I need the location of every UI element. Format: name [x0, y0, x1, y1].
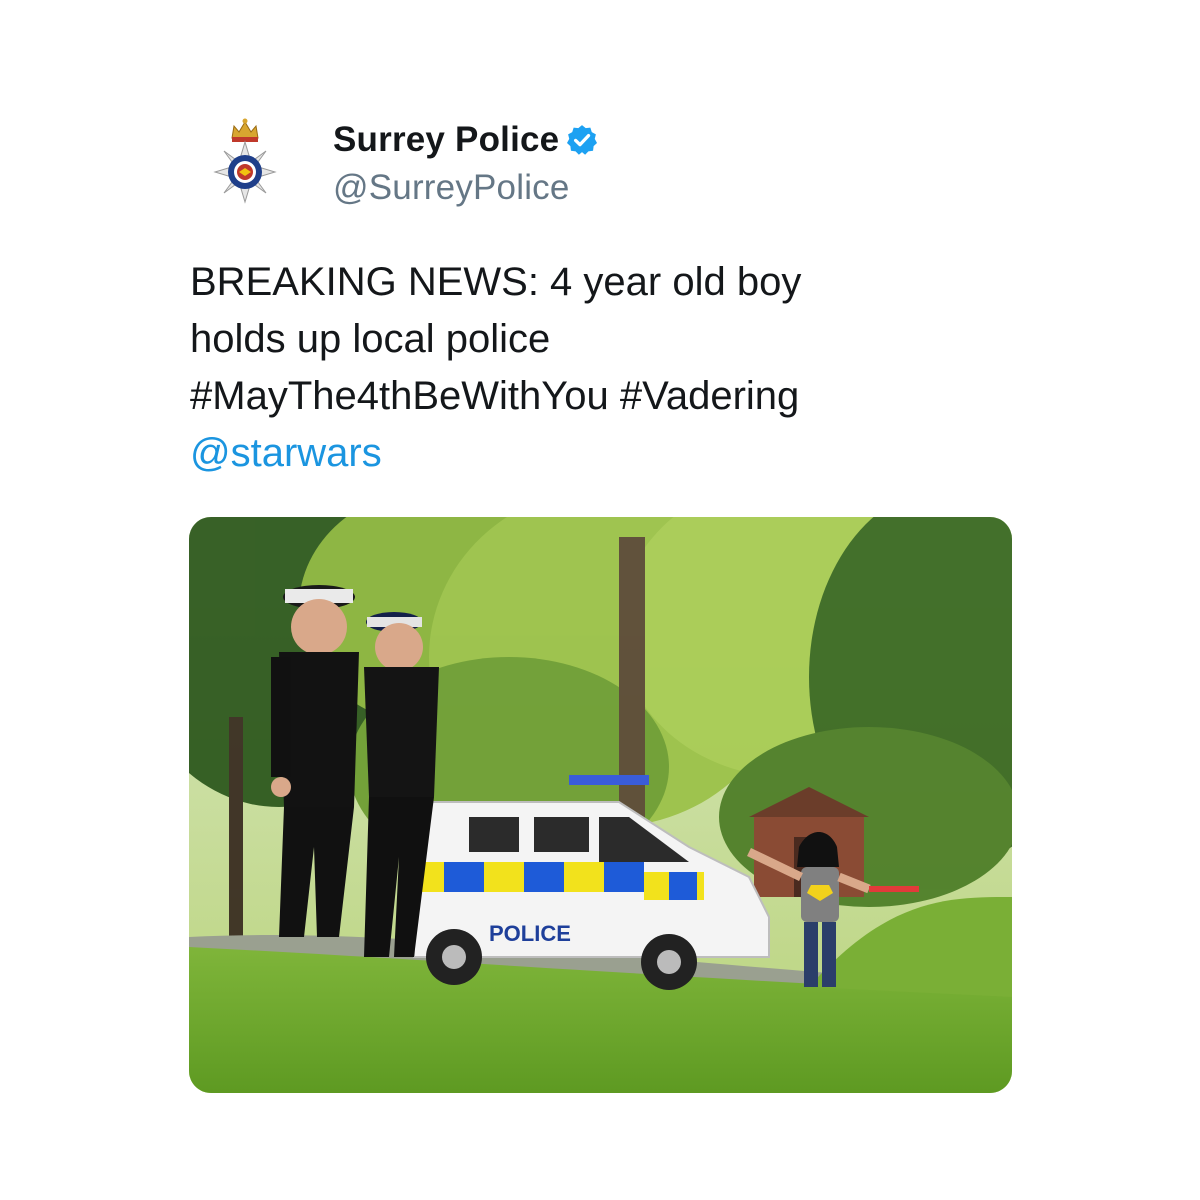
photo-scene: POLICE: [189, 517, 1012, 1093]
tweet-card: Surrey Police @SurreyPolice BREAKING NEW…: [0, 0, 1200, 1200]
tweet-photo[interactable]: POLICE: [189, 517, 1012, 1093]
police-crest-icon: [213, 118, 277, 204]
tweet-header: Surrey Police @SurreyPolice: [205, 112, 599, 212]
crown-icon: [231, 118, 259, 142]
star-burst-icon: [213, 140, 277, 204]
author-handle[interactable]: @SurreyPolice: [333, 168, 599, 208]
tweet-text-line: BREAKING NEWS: 4 year old boy: [190, 260, 802, 304]
author-names: Surrey Police @SurreyPolice: [333, 118, 599, 208]
mention-link[interactable]: @starwars: [190, 425, 1010, 482]
display-name[interactable]: Surrey Police: [333, 120, 559, 160]
van-livery-text: POLICE: [489, 921, 571, 946]
avatar[interactable]: [205, 112, 285, 208]
tweet-text-line-hashtags[interactable]: #MayThe4thBeWithYou #Vadering: [190, 368, 1010, 425]
tweet-text-line: holds up local police: [190, 317, 551, 361]
display-name-row: Surrey Police: [333, 118, 599, 162]
verified-badge-icon: [567, 125, 598, 155]
tweet-text: BREAKING NEWS: 4 year old boy holds up l…: [190, 254, 1010, 482]
